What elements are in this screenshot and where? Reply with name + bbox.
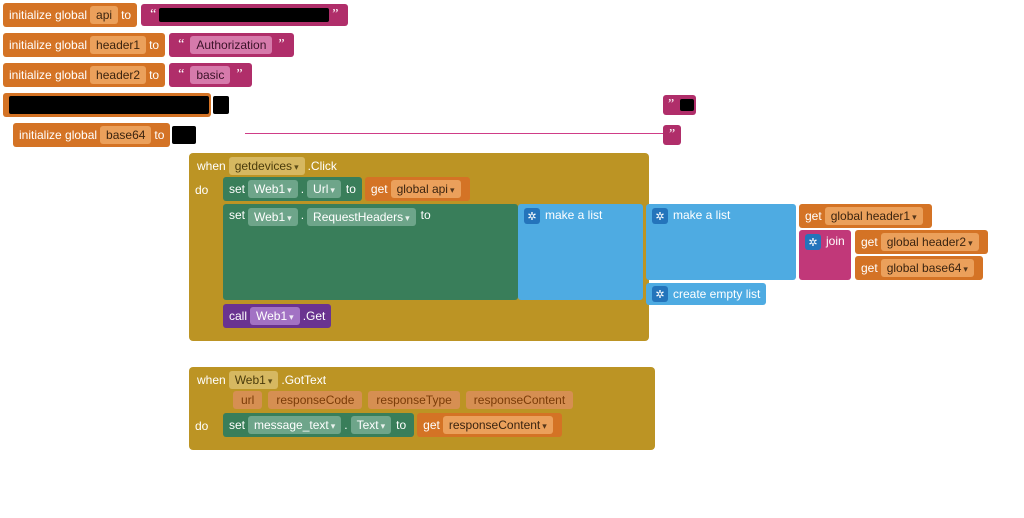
init-global-block[interactable]: initialize global api to [3, 3, 137, 27]
event-web1-gottext[interactable]: when Web1▾ .GotText url responseCode res… [189, 367, 655, 450]
component-dropdown[interactable]: Web1▾ [248, 208, 298, 226]
create-empty-list-block[interactable]: ✲ create empty list [646, 283, 766, 305]
param-responseContent: responseContent [466, 391, 573, 409]
join-block[interactable]: ✲ join [799, 230, 851, 280]
event-getdevices-click[interactable]: when getdevices▾ .Click do set Web1▾ . U… [189, 153, 649, 341]
when-label: when [197, 373, 226, 387]
event-name: .Click [308, 159, 337, 173]
var-name-header1[interactable]: header1 [90, 36, 146, 54]
init-label: initialize global [9, 38, 87, 52]
open-quote: “ [147, 7, 159, 23]
component-dropdown[interactable]: Web1▾ [248, 180, 298, 198]
component-dropdown[interactable]: getdevices▾ [229, 157, 305, 175]
param-responseType: responseType [368, 391, 459, 409]
global-base64-row: initialize global base64 to ” [13, 123, 1021, 147]
component-dropdown[interactable]: Web1▾ [250, 307, 300, 325]
var-dropdown[interactable]: global api▾ [391, 180, 461, 198]
to-label: to [149, 68, 159, 82]
close-quote: ” [233, 67, 245, 83]
to-label: to [149, 38, 159, 52]
literal-value: basic [190, 66, 230, 84]
string-tail: ” [663, 125, 681, 145]
var-name-api[interactable]: api [90, 6, 118, 24]
var-dropdown[interactable]: global header2▾ [881, 233, 979, 251]
init-label: initialize global [19, 128, 97, 142]
gear-icon[interactable]: ✲ [652, 208, 668, 224]
set-headers-block[interactable]: set Web1▾ . RequestHeaders▾ to [223, 204, 518, 300]
redacted-extra [213, 96, 229, 114]
init-label: initialize global [9, 8, 87, 22]
get-var-block[interactable]: get global base64▾ [855, 256, 983, 280]
prop-dropdown[interactable]: Text▾ [351, 416, 392, 434]
global-redacted-row: ” [3, 93, 1021, 117]
get-var-block[interactable]: get global header2▾ [855, 230, 988, 254]
do-label: do [189, 177, 223, 201]
get-var-block[interactable]: get global api▾ [365, 177, 470, 201]
literal-value: Authorization [190, 36, 272, 54]
call-method-block[interactable]: call Web1▾ .Get [223, 304, 331, 328]
set-prop-block[interactable]: set Web1▾ . Url▾ to [223, 177, 362, 201]
gear-icon[interactable]: ✲ [524, 208, 540, 224]
to-label: to [154, 128, 164, 142]
prop-dropdown[interactable]: RequestHeaders▾ [307, 208, 416, 226]
gear-icon[interactable]: ✲ [652, 286, 668, 302]
set-prop-block[interactable]: set message_text▾ . Text▾ to [223, 413, 414, 437]
make-a-list-block[interactable]: ✲ make a list [518, 204, 643, 300]
get-var-block[interactable]: get global header1▾ [799, 204, 932, 228]
var-name-header2[interactable]: header2 [90, 66, 146, 84]
when-label: when [197, 159, 226, 173]
redacted-tail [172, 126, 196, 144]
get-var-block[interactable]: get responseContent▾ [417, 413, 562, 437]
event-name: .GotText [281, 373, 326, 387]
make-a-list-block[interactable]: ✲ make a list [646, 204, 796, 280]
string-literal[interactable]: “ ” [141, 4, 347, 26]
init-global-block[interactable]: initialize global base64 to [13, 123, 170, 147]
global-header1-row: initialize global header1 to “ Authoriza… [3, 33, 1021, 57]
init-global-block[interactable]: initialize global header2 to [3, 63, 165, 87]
do-label: do [189, 413, 223, 437]
init-global-block[interactable]: initialize global header1 to [3, 33, 165, 57]
global-header2-row: initialize global header2 to “ basic ” [3, 63, 1021, 87]
string-tail: ” [663, 95, 696, 115]
init-global-block[interactable] [3, 93, 211, 117]
method-name: .Get [303, 309, 326, 323]
prop-dropdown[interactable]: Url▾ [307, 180, 341, 198]
to-label: to [121, 8, 131, 22]
global-api-row: initialize global api to “ ” [3, 3, 1021, 27]
var-dropdown[interactable]: responseContent▾ [443, 416, 553, 434]
open-quote: “ [175, 37, 187, 53]
redacted-value [159, 8, 329, 22]
var-name-base64[interactable]: base64 [100, 126, 151, 144]
string-literal[interactable]: “ Authorization ” [169, 33, 293, 57]
param-url: url [233, 391, 262, 409]
gear-icon[interactable]: ✲ [805, 234, 821, 250]
open-quote: “ [175, 67, 187, 83]
component-dropdown[interactable]: Web1▾ [229, 371, 279, 389]
string-literal[interactable]: “ basic ” [169, 63, 251, 87]
close-quote: ” [275, 37, 287, 53]
var-dropdown[interactable]: global header1▾ [825, 207, 923, 225]
string-underline [245, 133, 663, 134]
redacted-block [9, 96, 209, 114]
var-dropdown[interactable]: global base64▾ [881, 259, 974, 277]
component-dropdown[interactable]: message_text▾ [248, 416, 341, 434]
init-label: initialize global [9, 68, 87, 82]
param-responseCode: responseCode [268, 391, 362, 409]
event-params: url responseCode responseType responseCo… [189, 391, 655, 413]
close-quote: ” [329, 7, 341, 23]
